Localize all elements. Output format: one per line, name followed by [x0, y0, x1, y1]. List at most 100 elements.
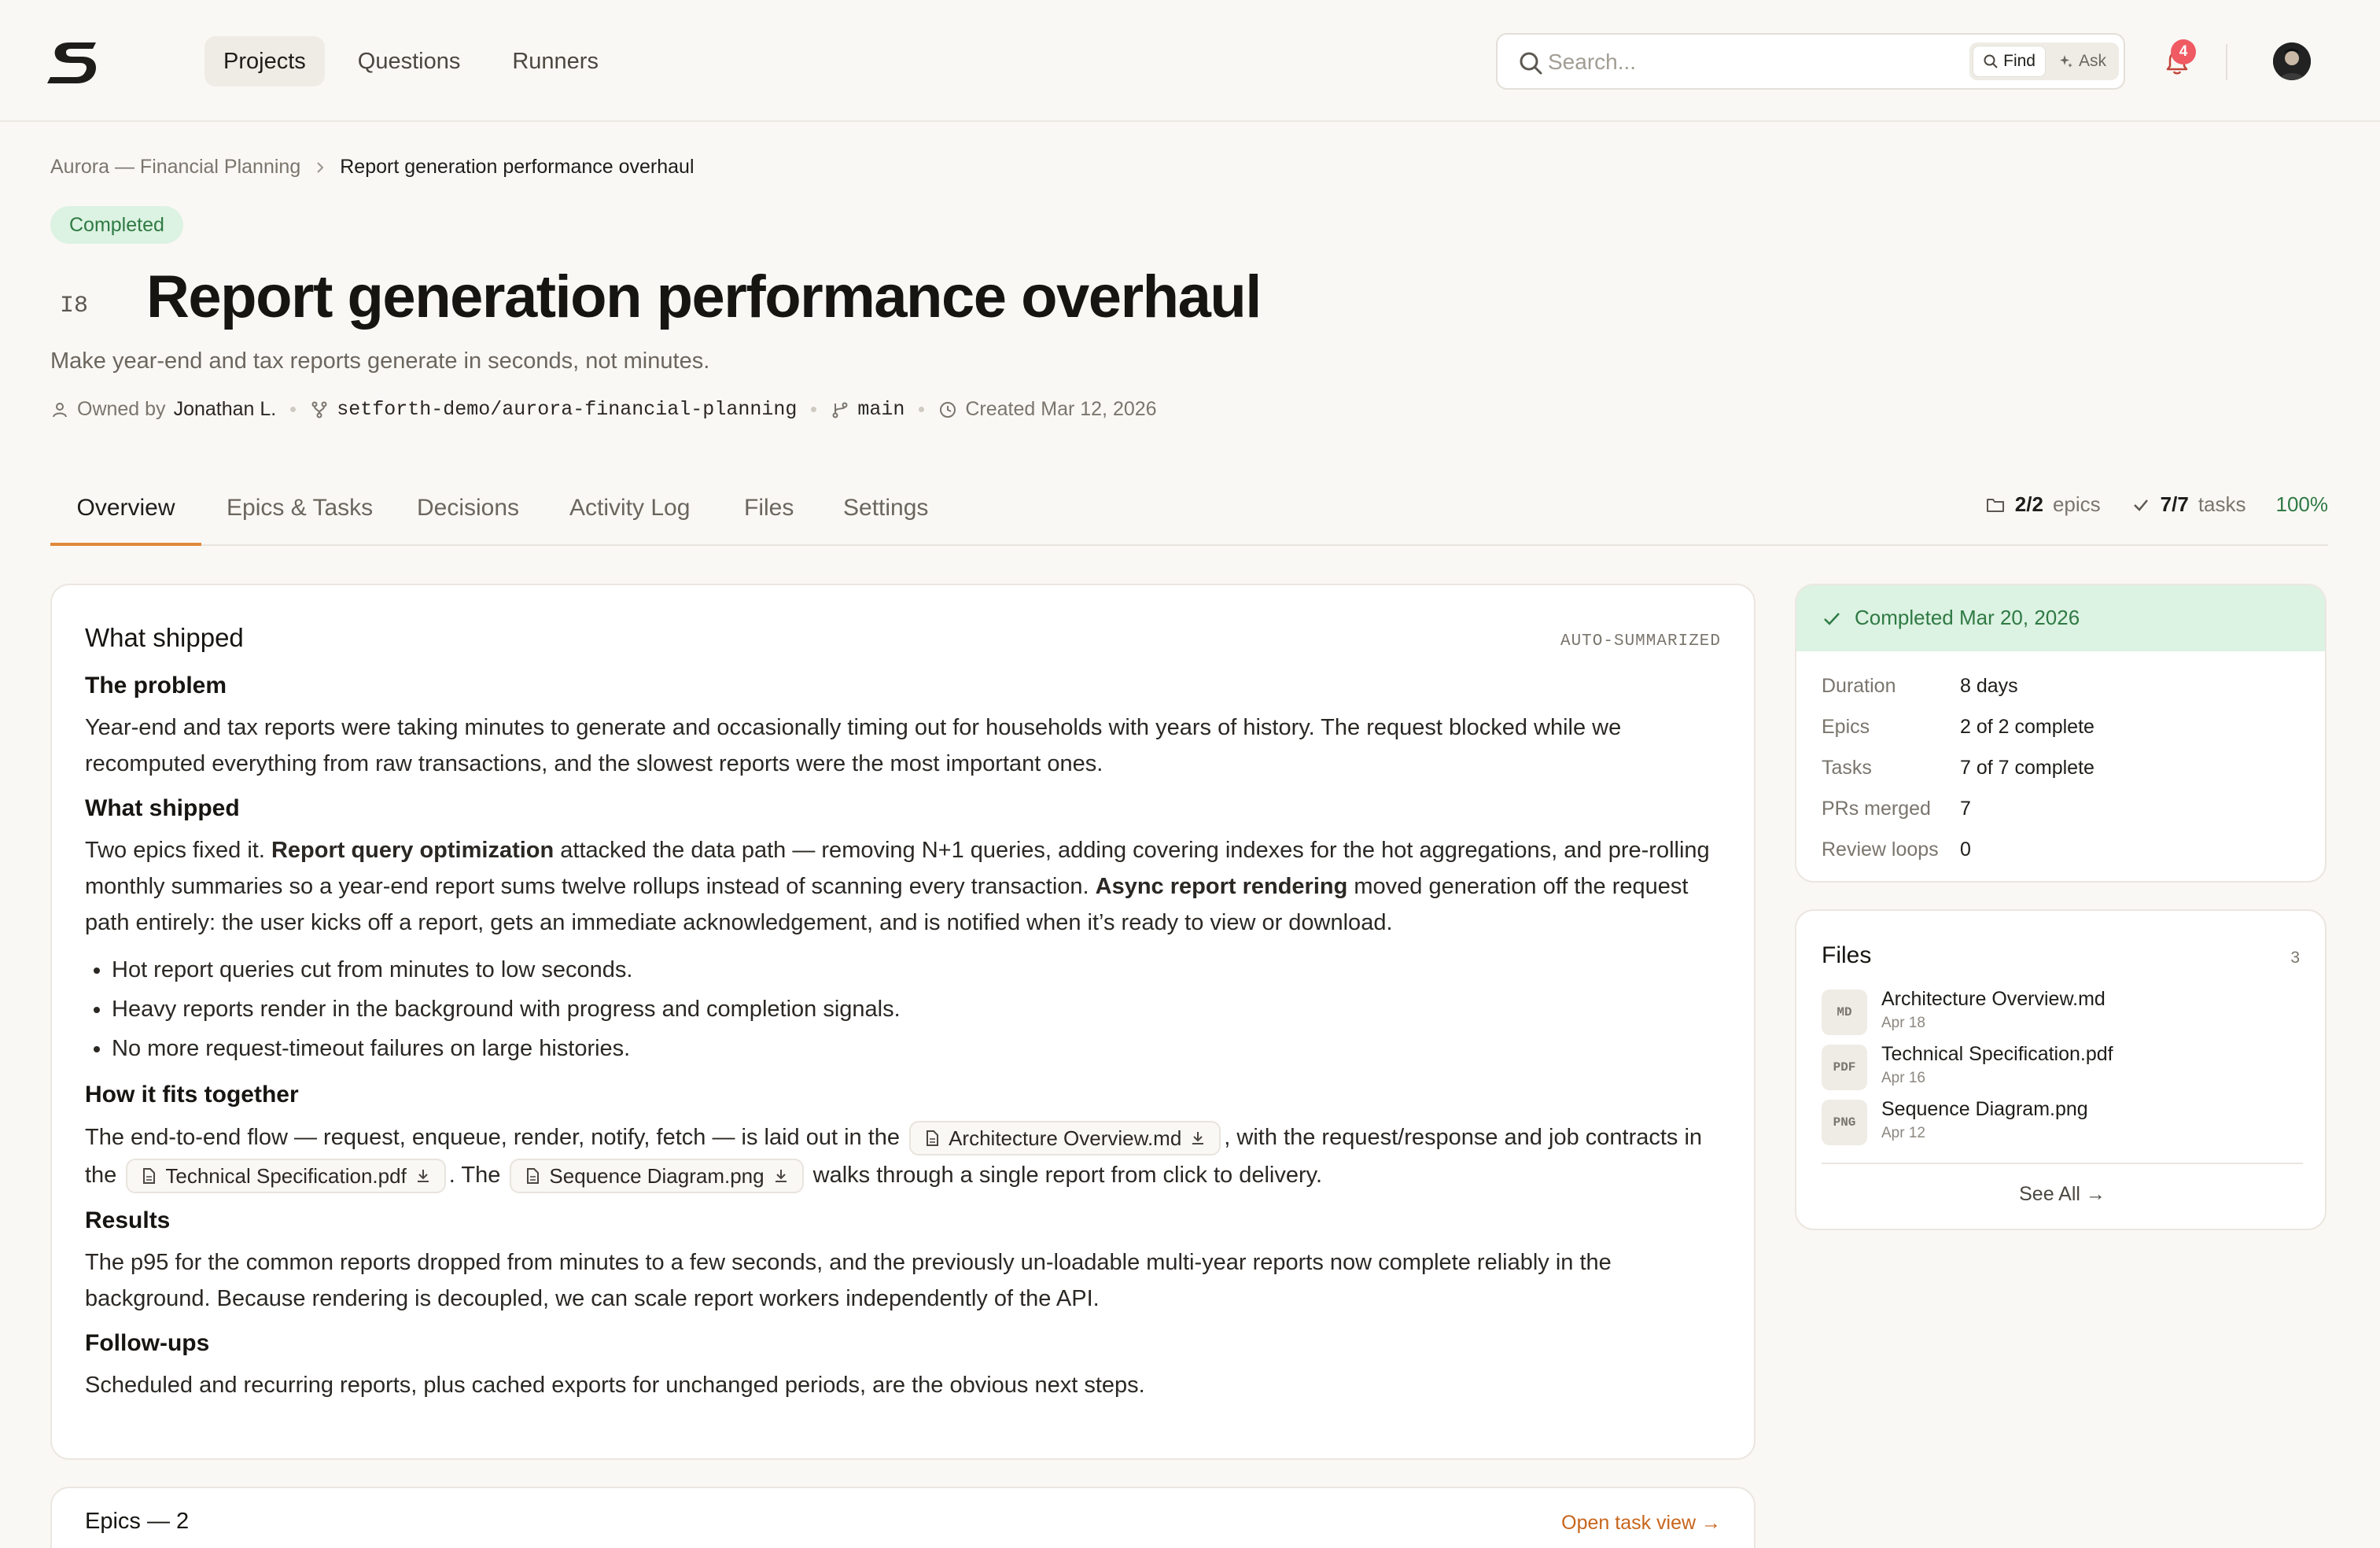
stat-value: 0 — [1960, 838, 1971, 861]
header-divider — [2226, 44, 2227, 80]
files-count: 3 — [2290, 949, 2300, 967]
page-title: Report generation performance overhaul — [146, 264, 1262, 330]
file-name[interactable]: Technical Specification.pdf — [1881, 1043, 2113, 1066]
file-name[interactable]: Architecture Overview.md — [1881, 988, 2106, 1011]
problem-heading: The problem — [85, 673, 227, 698]
file-type-badge: MD — [1822, 990, 1867, 1035]
file-chip-label: Sequence Diagram.png — [549, 1164, 764, 1189]
results-heading: Results — [85, 1207, 171, 1233]
results-text: The p95 for the common reports dropped f… — [85, 1250, 1612, 1311]
owner-name[interactable]: Jonathan L. — [174, 398, 277, 421]
document-icon — [927, 1130, 939, 1147]
project-meta: Owned by Jonathan L. setforth-demo/auror… — [50, 398, 1157, 421]
search-icon — [1984, 54, 1998, 68]
download-icon[interactable] — [772, 1167, 790, 1185]
nav-projects[interactable]: Projects — [204, 36, 325, 87]
search-mode-toggle: Find Ask — [1969, 42, 2119, 80]
nav-questions[interactable]: Questions — [339, 36, 480, 87]
search-box: Find Ask — [1496, 33, 2125, 90]
owner-prefix: Owned by — [77, 398, 166, 420]
breadcrumb-root-link[interactable]: Aurora — Financial Planning — [50, 156, 300, 179]
file-type-badge: PNG — [1822, 1100, 1867, 1145]
stat-value: 8 days — [1960, 675, 2018, 697]
notification-badge: 4 — [2171, 39, 2196, 64]
search-input[interactable] — [1548, 44, 1941, 80]
download-icon[interactable] — [414, 1167, 432, 1185]
check-icon — [1824, 613, 1840, 625]
completion-banner: Completed Mar 20, 2026 — [1796, 585, 2325, 651]
followups-text: Scheduled and recurring reports, plus ca… — [85, 1373, 1145, 1398]
tasks-label: tasks — [2198, 492, 2246, 516]
fits-text-part: . The — [448, 1163, 501, 1188]
progress-stats: 2/2 epics 7/7 tasks 100% — [1985, 492, 2328, 517]
completion-date: Completed Mar 20, 2026 — [1855, 606, 2080, 629]
file-item-sequence-diagram[interactable]: PNG Sequence Diagram.png Apr 12 — [1822, 1098, 2303, 1145]
stat-key: Review loops — [1822, 838, 1939, 861]
page: { "header": { "logo_alt": "S", "nav": [ … — [0, 0, 2380, 1548]
file-date: Apr 12 — [1881, 1125, 1925, 1141]
user-icon — [53, 402, 67, 417]
find-mode-button[interactable]: Find — [1973, 46, 2046, 77]
document-icon — [143, 1168, 156, 1185]
repo-fork-icon — [311, 401, 327, 418]
tab-epics-tasks[interactable]: Epics & Tasks — [227, 481, 373, 546]
tab-files[interactable]: Files — [744, 481, 794, 546]
file-chip-architecture[interactable]: Architecture Overview.md — [909, 1121, 1221, 1156]
tab-settings[interactable]: Settings — [843, 481, 928, 546]
tasks-count: 7/7 — [2160, 492, 2189, 516]
problem-text: Year-end and tax reports were taking min… — [85, 715, 1622, 776]
app-logo[interactable] — [46, 36, 107, 87]
epics-card: Epics — 2 Open task view → — [50, 1487, 1756, 1548]
file-chip-label: Architecture Overview.md — [949, 1126, 1182, 1151]
top-bar: Projects Questions Runners Find Ask 4 — [0, 0, 2380, 122]
project-code: I8 — [60, 293, 89, 319]
stat-value: 2 of 2 complete — [1960, 716, 2094, 738]
meta-separator — [290, 407, 297, 412]
nav-runners[interactable]: Runners — [493, 36, 617, 87]
fits-heading: How it fits together — [85, 1082, 299, 1108]
chevron-right-icon — [317, 161, 324, 173]
stat-key: Epics — [1822, 716, 1870, 738]
meta-separator — [919, 407, 925, 412]
breadcrumb-current: Report generation performance overhaul — [340, 156, 694, 178]
file-type-badge: PDF — [1822, 1045, 1867, 1090]
meta-separator — [811, 407, 817, 412]
branch-icon — [832, 402, 848, 418]
file-date: Apr 18 — [1881, 1015, 1925, 1031]
file-chip-technical-spec[interactable]: Technical Specification.pdf — [126, 1159, 446, 1194]
file-chip-sequence-diagram[interactable]: Sequence Diagram.png — [510, 1159, 804, 1194]
file-item-technical-spec[interactable]: PDF Technical Specification.pdf Apr 16 — [1822, 1043, 2303, 1090]
folder-icon — [1986, 498, 2004, 512]
stat-key: Duration — [1822, 675, 1896, 697]
ask-mode-button[interactable]: Ask — [2049, 46, 2116, 77]
tab-overview[interactable]: Overview — [50, 481, 201, 546]
sparkle-icon — [2059, 55, 2072, 68]
branch-name[interactable]: main — [857, 398, 904, 421]
stat-key: PRs merged — [1822, 798, 1931, 820]
fits-text: The end-to-end flow — request, enqueue, … — [85, 1119, 1729, 1194]
clock-icon — [940, 401, 956, 418]
see-all-files-link[interactable]: See All → — [1796, 1183, 2328, 1206]
open-task-view-link[interactable]: Open task view → — [1561, 1512, 1721, 1535]
epic-name-async-rendering: Async report rendering — [1095, 874, 1348, 899]
repo-link[interactable]: setforth-demo/aurora-financial-planning — [337, 398, 797, 421]
file-date: Apr 16 — [1881, 1070, 1925, 1086]
file-item-architecture[interactable]: MD Architecture Overview.md Apr 18 — [1822, 988, 2303, 1035]
epics-label: epics — [2052, 492, 2101, 516]
files-divider — [1822, 1163, 2303, 1164]
stat-value: 7 — [1960, 798, 1971, 820]
download-icon[interactable] — [1189, 1130, 1207, 1147]
auto-summarized-tag: AUTO-SUMMARIZED — [1560, 632, 1721, 651]
ask-mode-label: Ask — [2078, 52, 2106, 70]
document-icon — [527, 1168, 540, 1185]
file-name[interactable]: Sequence Diagram.png — [1881, 1098, 2088, 1121]
tab-decisions[interactable]: Decisions — [417, 481, 519, 546]
fits-text-part: walks through a single report from click… — [812, 1163, 1323, 1188]
shipped-heading: What shipped — [85, 795, 240, 821]
main-nav: Projects Questions Runners — [204, 36, 617, 87]
stat-key: Tasks — [1822, 757, 1872, 779]
files-title: Files — [1822, 942, 1872, 968]
tab-activity-log[interactable]: Activity Log — [569, 481, 690, 546]
breadcrumb: Aurora — Financial Planning Report gener… — [50, 156, 694, 179]
user-avatar[interactable] — [2273, 42, 2311, 80]
